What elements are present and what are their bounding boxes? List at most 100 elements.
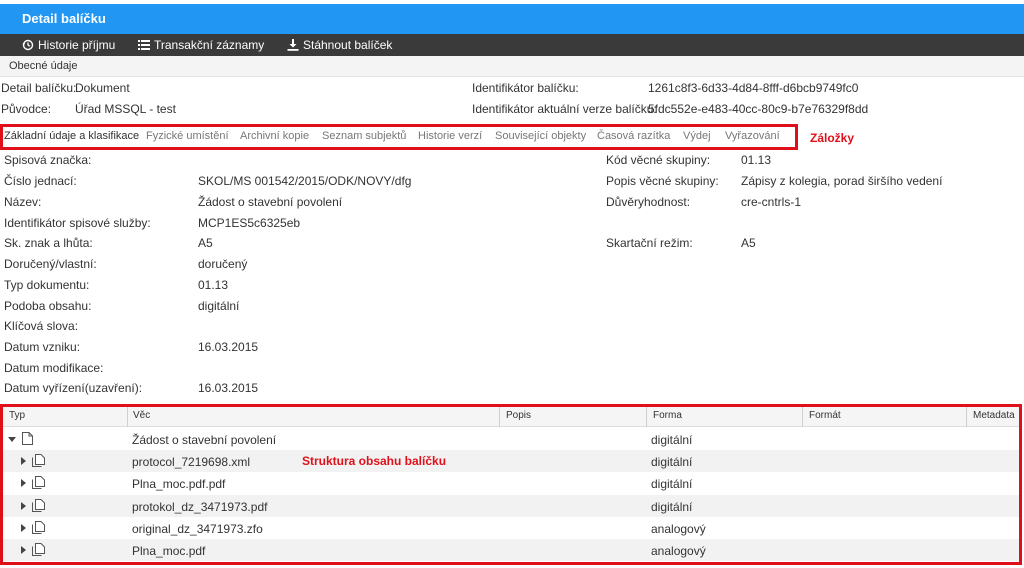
- expand-icon[interactable]: [21, 479, 26, 487]
- document-icon: [22, 432, 33, 445]
- column-header-type[interactable]: Typ: [9, 410, 25, 421]
- history-label: Historie příjmu: [38, 38, 116, 52]
- tab-archive-copies[interactable]: Archivní kopie: [240, 130, 309, 142]
- row-form: analogový: [651, 522, 706, 536]
- detail-value: Dokument: [75, 81, 130, 95]
- transactions-button[interactable]: Transakční záznamy: [138, 34, 264, 56]
- expand-icon[interactable]: [21, 502, 26, 510]
- tab-disposal[interactable]: Vyřazování: [725, 130, 780, 142]
- general-info-tab[interactable]: Obecné údaje: [0, 56, 1024, 77]
- field-value: digitální: [198, 299, 240, 313]
- field-value: 01.13: [741, 153, 772, 167]
- general-info-tab-label: Obecné údaje: [9, 60, 78, 72]
- toolbar: Historie příjmu Transakční záznamy Stáhn…: [0, 34, 1024, 56]
- row-form: digitální: [651, 477, 693, 491]
- tree-header: Typ Věc Popis Forma Formát Metadata: [3, 407, 1019, 427]
- field-label: Podoba obsahu:: [4, 299, 92, 313]
- row-name: protokol_dz_3471973.pdf: [132, 500, 268, 514]
- tabs-annotation: Záložky: [810, 131, 855, 145]
- table-row[interactable]: protocol_7219698.xml digitální Struktura…: [3, 450, 1019, 472]
- table-row[interactable]: Plna_moc.pdf.pdf digitální: [3, 472, 1019, 494]
- expand-icon[interactable]: [21, 457, 26, 465]
- field-value: Žádost o stavební povolení: [198, 195, 343, 209]
- table-row[interactable]: protokol_dz_3471973.pdf digitální: [3, 495, 1019, 517]
- history-icon: [22, 39, 34, 51]
- tab-version-history[interactable]: Historie verzí: [418, 130, 482, 142]
- documents-icon: [32, 543, 45, 556]
- row-form: analogový: [651, 544, 706, 558]
- column-divider[interactable]: [646, 407, 647, 427]
- download-icon: [287, 39, 299, 51]
- detail-label: Detail balíčku:: [1, 81, 77, 95]
- field-label: Typ dokumentu:: [4, 278, 90, 292]
- table-row[interactable]: Žádost o stavební povolení digitální: [3, 428, 1019, 450]
- field-label: Datum vzniku:: [4, 340, 81, 354]
- documents-icon: [32, 521, 45, 534]
- field-label: Skartační režim:: [606, 236, 693, 250]
- field-value: cre-cntrls-1: [741, 195, 802, 209]
- row-name: original_dz_3471973.zfo: [132, 522, 263, 536]
- field-label: Číslo jednací:: [4, 174, 77, 188]
- field-value: Zápisy z kolegia, porad širšího vedení: [741, 174, 943, 188]
- field-value: SKOL/MS 001542/2015/ODK/NOVY/dfg: [198, 174, 412, 188]
- expand-icon[interactable]: [21, 546, 26, 554]
- column-header-format[interactable]: Formát: [809, 410, 841, 421]
- row-name: Plna_moc.pdf: [132, 544, 206, 558]
- field-label: Klíčová slova:: [4, 319, 79, 333]
- field-label: Identifikátor spisové služby:: [4, 216, 151, 230]
- field-label: Datum vyřízení(uzavření):: [4, 381, 143, 395]
- row-name: Plna_moc.pdf.pdf: [132, 477, 226, 491]
- detail-tabs: Základní údaje a klasifikace Fyzické umí…: [0, 124, 1024, 150]
- column-header-subject[interactable]: Věc: [133, 410, 150, 421]
- column-divider[interactable]: [127, 407, 128, 427]
- row-form: digitální: [651, 500, 693, 514]
- window-title: Detail balíčku: [22, 11, 106, 26]
- structure-annotation: Struktura obsahu balíčku: [302, 454, 447, 468]
- download-label: Stáhnout balíček: [303, 38, 393, 52]
- column-header-form[interactable]: Forma: [653, 410, 682, 421]
- column-divider[interactable]: [802, 407, 803, 427]
- tab-subjects[interactable]: Seznam subjektů: [322, 130, 406, 142]
- documents-icon: [32, 499, 45, 512]
- row-form: digitální: [651, 455, 693, 469]
- field-label: Kód věcné skupiny:: [606, 153, 711, 167]
- package-id-label: Identifikátor balíčku:: [472, 81, 579, 95]
- tab-basic-info[interactable]: Základní údaje a klasifikace: [4, 130, 139, 142]
- column-divider[interactable]: [499, 407, 500, 427]
- field-label: Datum modifikace:: [4, 361, 104, 375]
- transactions-label: Transakční záznamy: [154, 38, 265, 52]
- expand-icon[interactable]: [21, 524, 26, 532]
- field-value: A5: [741, 236, 756, 250]
- column-header-description[interactable]: Popis: [506, 410, 531, 421]
- tab-physical-location[interactable]: Fyzické umístění: [146, 130, 229, 142]
- documents-icon: [32, 476, 45, 489]
- field-value: 16.03.2015: [198, 340, 259, 354]
- field-label: Spisová značka:: [4, 153, 92, 167]
- collapse-icon[interactable]: [8, 437, 16, 442]
- field-value: MCP1ES5c6325eb: [198, 216, 301, 230]
- history-button[interactable]: Historie příjmu: [22, 34, 115, 56]
- table-row[interactable]: original_dz_3471973.zfo analogový: [3, 517, 1019, 539]
- row-name: protocol_7219698.xml: [132, 455, 251, 469]
- list-icon: [138, 40, 150, 50]
- originator-label: Původce:: [1, 102, 52, 116]
- table-row[interactable]: Plna_moc.pdf analogový: [3, 539, 1019, 561]
- row-name: Žádost o stavební povolení: [132, 433, 277, 447]
- column-header-metadata[interactable]: Metadata: [973, 410, 1015, 421]
- tab-timestamps[interactable]: Časová razítka: [597, 130, 670, 142]
- version-id-label: Identifikátor aktuální verze balíčku:: [472, 102, 657, 116]
- row-form: digitální: [651, 433, 693, 447]
- title-bar: Detail balíčku: [0, 4, 1024, 34]
- field-label: Doručený/vlastní:: [4, 257, 97, 271]
- package-id-value: 1261c8f3-6d33-4d84-8fff-d6bcb9749fc0: [648, 81, 859, 95]
- documents-icon: [32, 454, 45, 467]
- field-value: doručený: [198, 257, 248, 271]
- originator-value: Úřad MSSQL - test: [75, 102, 176, 116]
- field-label: Důvěryhodnost:: [606, 195, 691, 209]
- tab-related-objects[interactable]: Související objekty: [495, 130, 586, 142]
- column-divider[interactable]: [966, 407, 967, 427]
- field-value: 16.03.2015: [198, 381, 259, 395]
- download-button[interactable]: Stáhnout balíček: [287, 34, 392, 56]
- tab-issue[interactable]: Výdej: [683, 130, 711, 142]
- field-label: Sk. znak a lhůta:: [4, 236, 93, 250]
